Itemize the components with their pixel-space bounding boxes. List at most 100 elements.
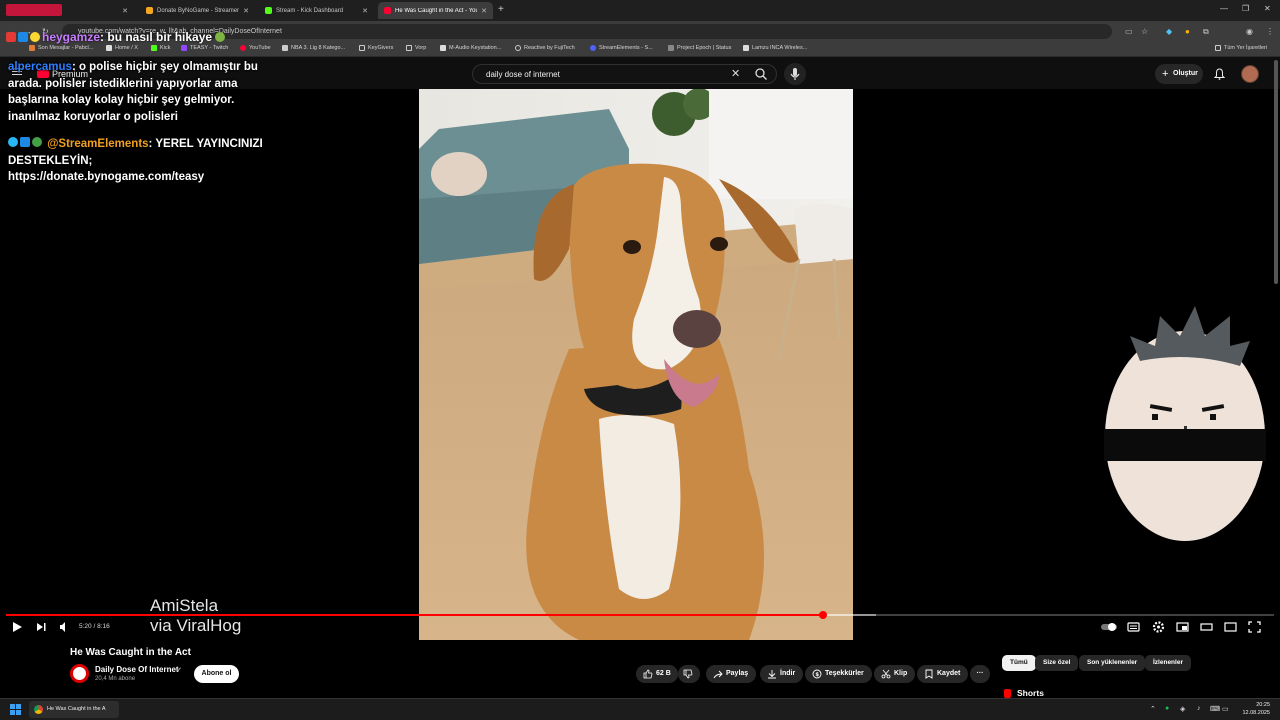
close-icon[interactable]: ✕ [122,7,128,15]
taskbar-chrome-window[interactable]: He Was Caught in the A [29,701,119,718]
emote-icon [215,32,226,42]
bookmark-folder[interactable]: Vorp [406,45,426,51]
tab-label: Stream - Kick Dashboard [276,7,344,14]
time-display: 5:20 / 8:16 [79,623,110,630]
taskbar-clock[interactable]: 20:25 12.08.2025 [1238,701,1270,717]
scrubber-handle[interactable] [818,611,827,619]
chat-username: alpercamus [8,61,72,73]
close-icon[interactable]: ✕ [243,7,249,15]
bookmark-label: Son Mesajlar - Pabcl... [38,45,94,51]
chat-username: @StreamElements [47,138,149,150]
extensions-icon[interactable]: ⧉ [1203,27,1209,37]
thanks-button[interactable]: $ Teşekkürler [805,665,872,683]
tab-1[interactable]: ✕ [62,2,134,19]
bookmark-icon [925,669,933,679]
close-icon[interactable]: ✕ [362,7,368,15]
windows-start-icon[interactable] [10,704,21,715]
next-icon[interactable] [35,620,47,634]
download-icon [768,670,776,679]
microphone-icon[interactable] [784,63,806,85]
star-icon[interactable]: ☆ [1141,27,1148,36]
language-icon[interactable]: ⌨ [1210,705,1220,713]
window-close-button[interactable]: ✕ [1264,4,1271,13]
close-icon[interactable]: ✕ [481,7,487,15]
mic-tray-icon[interactable]: ♪ [1197,705,1201,712]
bookmark-item[interactable]: Kick [151,45,170,51]
all-bookmarks[interactable]: Tüm Yer İşaretleri [1215,45,1267,51]
extension-icon[interactable]: ◆ [1166,27,1172,36]
play-icon[interactable] [11,620,23,634]
bookmark-label: M-Audio Keystation... [449,45,502,51]
extension-icon[interactable]: ● [1185,27,1190,36]
install-icon[interactable]: ▭ [1125,27,1133,36]
tray-app-icon[interactable]: ◈ [1180,705,1185,713]
share-button[interactable]: Paylaş [706,665,757,683]
bookmark-item[interactable]: M-Audio Keystation... [440,45,501,51]
tray-chevron-icon[interactable]: ⌃ [1150,705,1156,713]
tab-label: He Was Caught in the Act - YouTube [395,7,477,14]
video-watermark: AmiStela via ViralHog [150,596,241,636]
bookmark-label: Kick [160,45,171,51]
shorts-label: Shorts [1017,688,1044,698]
search-icon[interactable] [754,67,768,81]
chip-recent[interactable]: Son yüklenenler [1079,655,1146,671]
dislike-button[interactable] [678,665,700,683]
subscribe-button[interactable]: Abone ol [194,665,239,683]
tab-kick[interactable]: Stream - Kick Dashboard ✕ [259,2,374,19]
scissors-icon [881,669,891,679]
watermark-line: AmiStela [150,596,219,615]
shorts-icon [1004,688,1011,698]
new-tab-button[interactable]: + [498,4,504,15]
bookmark-item[interactable]: Project Epoch | Status [668,45,731,51]
save-label: Kaydet [937,670,961,677]
badge-icon [18,32,28,42]
network-icon[interactable]: ▭ [1222,705,1229,713]
page-scrollbar[interactable] [1274,60,1278,284]
bookmark-item[interactable]: StreamElements - S... [590,45,653,51]
tab-youtube[interactable]: He Was Caught in the Act - YouTube ✕ [378,2,493,19]
account-avatar[interactable] [1241,65,1259,83]
miniplayer-icon[interactable] [1176,620,1189,634]
bookmark-item[interactable]: TEASY - Twitch [181,45,228,51]
save-button[interactable]: Kaydet [917,665,969,683]
channel-name[interactable]: Daily Dose Of Internet [95,665,179,674]
badge-icon [6,32,16,42]
like-button[interactable]: 62 B [636,665,678,683]
bookmark-item[interactable]: Home / X [106,45,138,51]
bookmark-item[interactable]: NBA 3. Lig 8 Katego... [282,45,345,51]
theater-mode-icon[interactable] [1200,620,1213,634]
clear-search-icon[interactable]: ✕ [731,67,740,80]
bookmark-item[interactable]: YouTube [240,45,271,51]
menu-kebab-icon[interactable]: ⋮ [1266,27,1274,36]
bookmark-label: TEASY - Twitch [190,45,229,51]
notification-bell-icon[interactable] [1214,68,1225,80]
video-title: He Was Caught in the Act [70,647,191,658]
minimize-button[interactable]: — [1220,4,1228,13]
volume-icon[interactable] [58,620,70,634]
bookmark-item[interactable]: Reactive by FujiTech [515,45,575,51]
channel-avatar[interactable] [70,664,89,683]
bookmark-folder[interactable]: KeyGivers [359,45,393,51]
subscriber-count: 20,4 Mn abone [95,676,136,682]
chip-all[interactable]: Tümü [1002,655,1036,671]
fullscreen-icon[interactable] [1248,620,1261,634]
autoplay-toggle[interactable] [1100,620,1118,634]
spotify-icon[interactable]: ● [1165,705,1169,712]
video-frame[interactable] [419,89,853,640]
more-actions-button[interactable]: ··· [970,665,990,683]
tab-donate[interactable]: Donate ByNoGame - Streamer ✕ [140,2,255,19]
video-progress-bar[interactable] [6,611,1274,619]
chip-for-you[interactable]: Size özel [1035,655,1079,671]
settings-gear-icon[interactable] [1152,620,1165,634]
profile-icon[interactable]: ◉ [1246,27,1253,36]
chip-watched[interactable]: İzlenenler [1145,655,1191,671]
cast-icon[interactable] [1224,620,1237,634]
bookmark-label: Home / X [115,45,138,51]
clip-button[interactable]: Klip [874,665,916,683]
create-button[interactable]: Oluştur [1155,64,1203,84]
bookmark-item[interactable]: Son Mesajlar - Pabcl... [29,45,93,51]
subtitles-icon[interactable] [1127,620,1140,634]
restore-button[interactable]: ❐ [1242,4,1249,13]
bookmark-item[interactable]: Lamzu INCA Wireles... [743,45,807,51]
download-button[interactable]: İndir [760,665,804,683]
